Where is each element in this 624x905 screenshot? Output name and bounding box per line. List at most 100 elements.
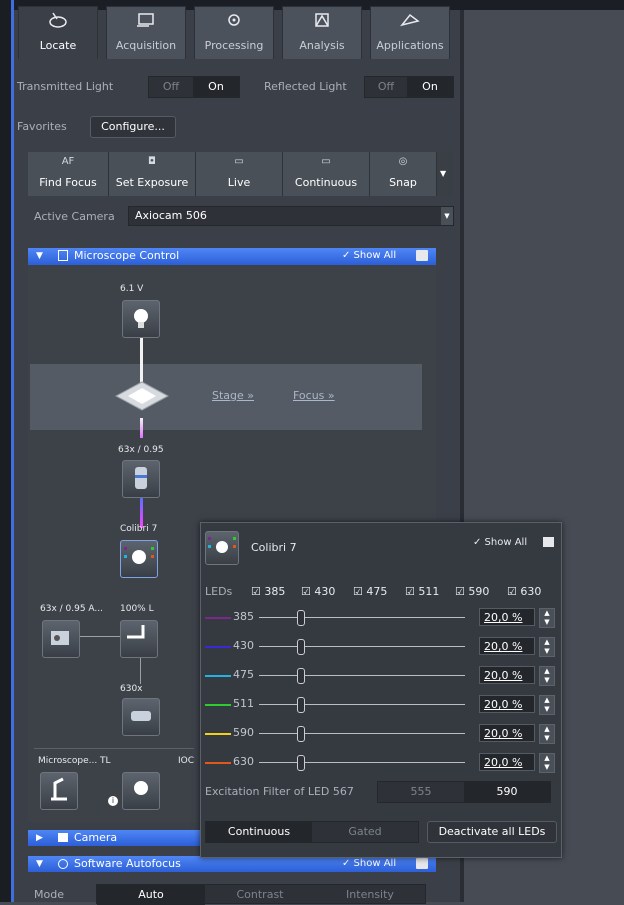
filter-590-button[interactable]: 590: [464, 782, 550, 802]
transmitted-on-button[interactable]: On: [193, 77, 239, 97]
led-checkbox-385[interactable]: ☑ 385: [251, 585, 285, 598]
slider-handle[interactable]: [297, 639, 305, 655]
microscope-control-title: Microscope Control: [74, 249, 180, 262]
continuous-label: Continuous: [294, 176, 358, 189]
eyepiece-icon: [131, 711, 151, 721]
continuous-button[interactable]: ▭ Continuous: [283, 152, 370, 196]
led-intensity-value[interactable]: 20,0 %: [479, 753, 535, 771]
intensity-spinner[interactable]: ▲ ▼: [539, 753, 555, 773]
configure-button[interactable]: Configure...: [90, 116, 176, 138]
snap-options-dropdown[interactable]: ▼: [437, 152, 453, 196]
led-lamp-icon: [205, 531, 239, 565]
transmitted-off-button[interactable]: Off: [149, 77, 193, 97]
collapse-triangle-icon: ▼: [36, 859, 43, 869]
tab-applications[interactable]: Applications: [370, 6, 450, 59]
microscope-control-header[interactable]: ▼ Microscope Control ✓ Show All: [28, 248, 436, 265]
optovar-button[interactable]: [122, 698, 160, 736]
led-intensity-value[interactable]: 20,0 %: [479, 695, 535, 713]
led-checkbox-475[interactable]: ☑ 475: [353, 585, 387, 598]
tab-label: Applications: [376, 39, 444, 52]
edit-icon[interactable]: [416, 250, 428, 261]
led-intensity-slider[interactable]: [259, 704, 465, 705]
mode-auto-button[interactable]: Auto: [97, 885, 205, 905]
led-color-swatch: [205, 675, 231, 677]
show-all-toggle[interactable]: ✓ Show All: [342, 250, 396, 261]
info-icon[interactable]: i: [108, 796, 118, 806]
excitation-filter-toggle: 555 590: [377, 781, 551, 803]
reflected-light-label: Reflected Light: [264, 80, 347, 93]
deactivate-all-leds-button[interactable]: Deactivate all LEDs: [427, 821, 557, 843]
reflector-button[interactable]: [120, 620, 158, 658]
set-exposure-label: Set Exposure: [115, 176, 189, 189]
led-intensity-value[interactable]: 20,0 %: [479, 637, 535, 655]
camera-port-button[interactable]: [42, 620, 80, 658]
microscope-button[interactable]: [40, 772, 78, 810]
camera-port-icon: [51, 631, 69, 645]
mode-intensity-button[interactable]: Intensity: [315, 885, 425, 905]
intensity-spinner[interactable]: ▲ ▼: [539, 637, 555, 657]
led-color-swatch: [205, 733, 231, 735]
show-all-toggle[interactable]: ✓ Show All: [342, 858, 396, 869]
colibri-button[interactable]: [120, 540, 158, 578]
tab-locate[interactable]: Locate: [18, 6, 98, 59]
leds-label: LEDs: [205, 585, 233, 598]
expand-triangle-icon: ▶: [36, 833, 43, 843]
camera-section-title: Camera: [74, 831, 118, 844]
intensity-spinner[interactable]: ▲ ▼: [539, 666, 555, 686]
tab-analysis[interactable]: Analysis: [282, 6, 362, 59]
objective-short-label: 63x / 0.95 A...: [40, 604, 104, 614]
continuous-mode-button[interactable]: Continuous: [206, 822, 312, 842]
stage-icon[interactable]: [112, 380, 172, 414]
reflected-off-button[interactable]: Off: [365, 77, 407, 97]
slider-handle[interactable]: [297, 726, 305, 742]
tl-lamp-button[interactable]: [122, 772, 160, 810]
slider-handle[interactable]: [297, 755, 305, 771]
led-intensity-slider[interactable]: [259, 675, 465, 676]
active-camera-select[interactable]: Axiocam 506 ▼: [128, 206, 454, 226]
led-intensity-value[interactable]: 20,0 %: [479, 608, 535, 626]
reflected-on-button[interactable]: On: [407, 77, 453, 97]
led-name: 511: [233, 697, 254, 710]
focus-link[interactable]: Focus »: [293, 389, 335, 402]
intensity-spinner[interactable]: ▲ ▼: [539, 608, 555, 628]
halogen-lamp-button[interactable]: [122, 300, 160, 338]
led-intensity-slider[interactable]: [259, 733, 465, 734]
excitation-filter-label: Excitation Filter of LED 567: [205, 785, 354, 798]
filter-555-button[interactable]: 555: [378, 782, 464, 802]
slider-handle[interactable]: [297, 610, 305, 626]
find-focus-button[interactable]: AF Find Focus: [28, 152, 109, 196]
gated-mode-button[interactable]: Gated: [312, 822, 418, 842]
show-all-toggle[interactable]: ✓ Show All: [473, 537, 527, 548]
led-intensity-slider[interactable]: [259, 646, 465, 647]
tab-processing[interactable]: Processing: [194, 6, 274, 59]
stage-link[interactable]: Stage »: [212, 389, 254, 402]
led-checkbox-511[interactable]: ☑ 511: [405, 585, 439, 598]
light-path-line: [80, 636, 120, 637]
intensity-spinner[interactable]: ▲ ▼: [539, 695, 555, 715]
led-color-swatch: [205, 704, 231, 706]
led-intensity-value[interactable]: 20,0 %: [479, 724, 535, 742]
led-intensity-value[interactable]: 20,0 %: [479, 666, 535, 684]
mode-contrast-button[interactable]: Contrast: [205, 885, 315, 905]
slider-handle[interactable]: [297, 697, 305, 713]
tab-acquisition[interactable]: Acquisition: [106, 6, 186, 59]
edit-icon[interactable]: [543, 537, 554, 547]
led-row-475: 475 20,0 % ▲ ▼: [201, 665, 561, 687]
led-checkbox-430[interactable]: ☑ 430: [301, 585, 335, 598]
find-focus-label: Find Focus: [39, 176, 97, 189]
intensity-spinner[interactable]: ▲ ▼: [539, 724, 555, 744]
objective-button[interactable]: [122, 460, 160, 498]
live-button[interactable]: ▭ Live: [196, 152, 283, 196]
lamp-percent-label: 100% L: [120, 604, 154, 614]
led-checkbox-590[interactable]: ☑ 590: [455, 585, 489, 598]
set-exposure-button[interactable]: ◘ Set Exposure: [109, 152, 196, 196]
led-intensity-slider[interactable]: [259, 617, 465, 618]
active-camera-label: Active Camera: [34, 210, 115, 223]
software-autofocus-header[interactable]: ▼ Software Autofocus ✓ Show All: [28, 856, 436, 872]
light-path-line: [140, 658, 141, 684]
snap-button[interactable]: ◎ Snap: [370, 152, 437, 196]
slider-handle[interactable]: [297, 668, 305, 684]
edit-icon[interactable]: [416, 858, 428, 869]
led-checkbox-630[interactable]: ☑ 630: [507, 585, 541, 598]
led-intensity-slider[interactable]: [259, 762, 465, 763]
